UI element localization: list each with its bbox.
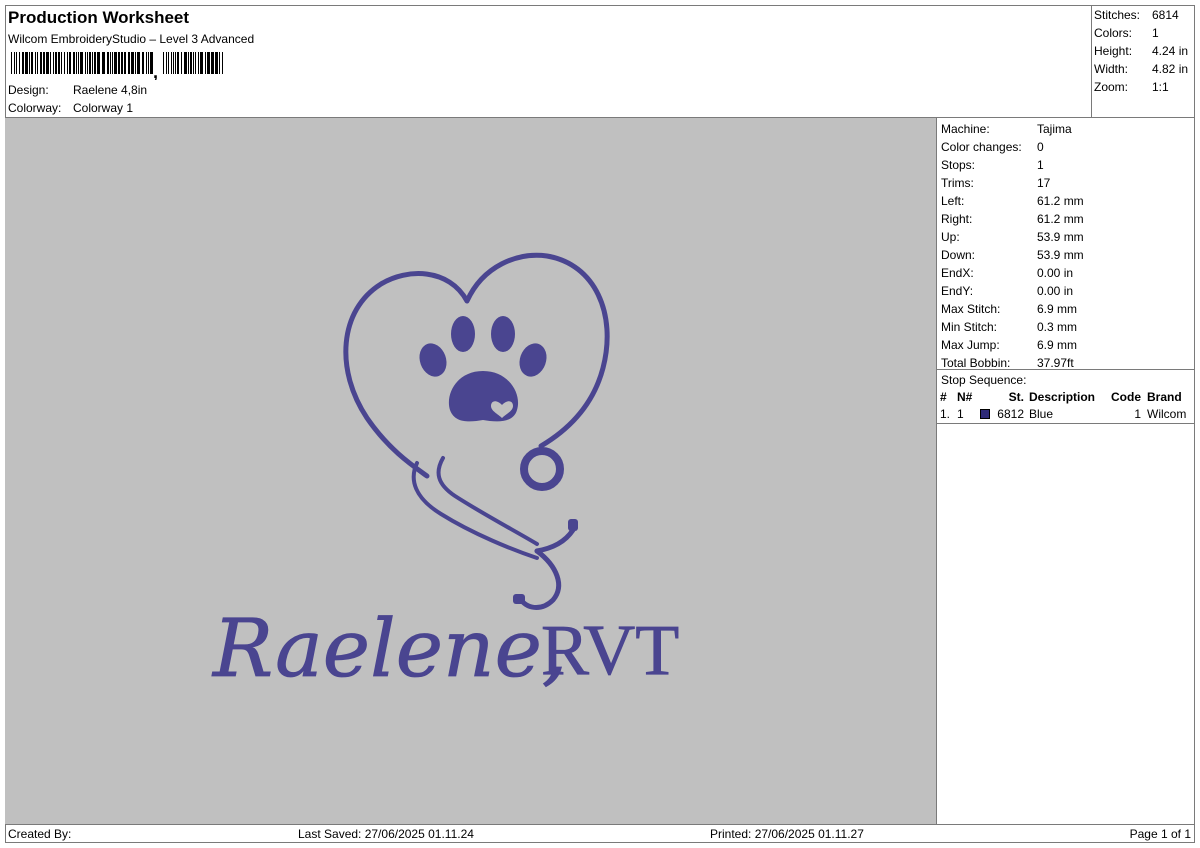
- row-needle: 1: [957, 407, 964, 421]
- machine-info-value: 0: [1037, 140, 1044, 154]
- machine-info-value: 6.9 mm: [1037, 302, 1078, 316]
- stop-sequence-header: # N# St. Description Code Brand: [937, 389, 1195, 406]
- machine-info-label: Down:: [941, 248, 976, 262]
- summary-value: 1: [1152, 26, 1159, 40]
- machine-info-row: Max Jump: 6.9 mm: [941, 336, 1195, 354]
- colorway-row: Colorway: Colorway 1: [8, 101, 133, 115]
- machine-info-row: Machine: Tajima: [941, 120, 1195, 138]
- machine-info-row: Right: 61.2 mm: [941, 210, 1195, 228]
- design-label: Design:: [8, 83, 49, 97]
- design-row: Design: Raelene 4,8in: [8, 83, 147, 97]
- machine-info-label: Trims:: [941, 176, 974, 190]
- page-title: Production Worksheet: [8, 8, 190, 27]
- stethoscope-earpiece-tube: [518, 548, 562, 610]
- machine-info-value: 6.9 mm: [1037, 338, 1078, 352]
- row-brand: Wilcom: [1147, 407, 1187, 421]
- machine-info-row: Trims: 17: [941, 174, 1195, 192]
- design-credential-text: RVT: [541, 610, 679, 690]
- machine-info-label: Up:: [941, 230, 960, 244]
- machine-info-label: Min Stitch:: [941, 320, 998, 334]
- machine-info-label: Max Stitch:: [941, 302, 1001, 316]
- summary-label: Zoom:: [1094, 80, 1129, 94]
- machine-info-row: Up: 53.9 mm: [941, 228, 1195, 246]
- row-description: Blue: [1029, 407, 1054, 421]
- summary-value: 6814: [1152, 8, 1179, 22]
- machine-info-value: 0.00 in: [1037, 266, 1074, 280]
- stop-sequence-row: 1. 1 6812 Blue 1 Wilcom: [937, 406, 1195, 423]
- worksheet-header: Production Worksheet Wilcom EmbroiderySt…: [5, 5, 1092, 118]
- machine-info-value: 61.2 mm: [1037, 212, 1084, 226]
- colorway-label: Colorway:: [8, 101, 62, 115]
- earpiece-tip-upper: [568, 519, 578, 531]
- machine-info-value: 1: [1037, 158, 1044, 172]
- design-summary: Stitches: 6814 Colors: 1 Height: 4.24 in Wi…: [1092, 5, 1195, 118]
- machine-info-row: Min Stitch: 0.3 mm: [941, 318, 1195, 336]
- machine-info-value: 0.3 mm: [1037, 320, 1078, 334]
- machine-info-label: Stops:: [941, 158, 976, 172]
- summary-row: Stitches: 6814: [1094, 7, 1195, 25]
- machine-info-value: Tajima: [1037, 122, 1072, 136]
- summary-value: 1:1: [1152, 80, 1169, 94]
- row-stitches: 6812: [997, 407, 1024, 421]
- embroidery-design: Raelene, RVT: [211, 252, 680, 695]
- machine-info-value: 61.2 mm: [1037, 194, 1084, 208]
- col-description: Description: [1029, 390, 1096, 404]
- machine-info-row: EndX: 0.00 in: [941, 264, 1195, 282]
- summary-row: Zoom: 1:1: [1094, 79, 1195, 97]
- summary-label: Height:: [1094, 44, 1133, 58]
- machine-info-label: Max Jump:: [941, 338, 1000, 352]
- summary-row: Width: 4.82 in: [1094, 61, 1195, 79]
- machine-info-label: Left:: [941, 194, 965, 208]
- created-by: Created By:: [8, 827, 72, 841]
- machine-info-row: Left: 61.2 mm: [941, 192, 1195, 210]
- stop-sequence-title: Stop Sequence:: [941, 373, 1027, 387]
- page-number: Page 1 of 1: [1129, 827, 1191, 841]
- summary-value: 4.24 in: [1152, 44, 1189, 58]
- machine-info-panel: Machine: Tajima Color changes: 0 Stops: 1 Trim…: [937, 118, 1195, 370]
- machine-info-row: Down: 53.9 mm: [941, 246, 1195, 264]
- summary-label: Colors:: [1094, 26, 1133, 40]
- col-brand: Brand: [1147, 390, 1182, 404]
- col-index: #: [940, 390, 947, 404]
- machine-info-value: 53.9 mm: [1037, 248, 1084, 262]
- colorway-value: Colorway 1: [73, 101, 134, 115]
- machine-info-value: 0.00 in: [1037, 284, 1074, 298]
- machine-info-label: Right:: [941, 212, 973, 226]
- application-name: Wilcom EmbroideryStudio – Level 3 Advanc…: [8, 32, 255, 46]
- machine-info-row: Stops: 1: [941, 156, 1195, 174]
- machine-info-label: EndX:: [941, 266, 974, 280]
- barcode-image: ,: [11, 52, 223, 80]
- machine-info-value: 37.97ft: [1037, 356, 1074, 370]
- summary-label: Width:: [1094, 62, 1129, 76]
- row-code: 1: [1134, 407, 1141, 421]
- stethoscope-heart-outline: [343, 252, 610, 479]
- stop-sequence-panel: Stop Sequence: # N# St. Description Code…: [937, 370, 1195, 424]
- svg-text:,: ,: [153, 62, 158, 80]
- design-preview-canvas: Raelene, RVT: [5, 118, 937, 824]
- col-needle: N#: [957, 390, 973, 404]
- col-code: Code: [1111, 390, 1141, 404]
- machine-info-value: 53.9 mm: [1037, 230, 1084, 244]
- paw-print-icon: [419, 316, 547, 422]
- last-saved: Last Saved: 27/06/2025 01.11.24: [298, 827, 474, 841]
- machine-info-label: Machine:: [941, 122, 990, 136]
- machine-info-row: Max Stitch: 6.9 mm: [941, 300, 1195, 318]
- summary-row: Colors: 1: [1094, 25, 1195, 43]
- machine-info-label: Color changes:: [941, 140, 1022, 154]
- col-stitches: St.: [1008, 390, 1024, 404]
- summary-value: 4.82 in: [1152, 62, 1189, 76]
- stethoscope-earpiece-upper: [534, 527, 576, 554]
- worksheet-footer: Created By: Last Saved: 27/06/2025 01.11…: [5, 824, 1195, 843]
- stethoscope-bell: [520, 447, 564, 491]
- machine-info-row: EndY: 0.00 in: [941, 282, 1195, 300]
- design-value: Raelene 4,8in: [73, 83, 148, 97]
- machine-info-value: 17: [1037, 176, 1051, 190]
- summary-label: Stitches:: [1094, 8, 1141, 22]
- summary-row: Height: 4.24 in: [1094, 43, 1195, 61]
- machine-info-row: Color changes: 0: [941, 138, 1195, 156]
- printed-date: Printed: 27/06/2025 01.11.27: [710, 827, 864, 841]
- machine-info-label: EndY:: [941, 284, 974, 298]
- design-name-script: Raelene,: [211, 602, 567, 695]
- row-index: 1.: [940, 407, 951, 421]
